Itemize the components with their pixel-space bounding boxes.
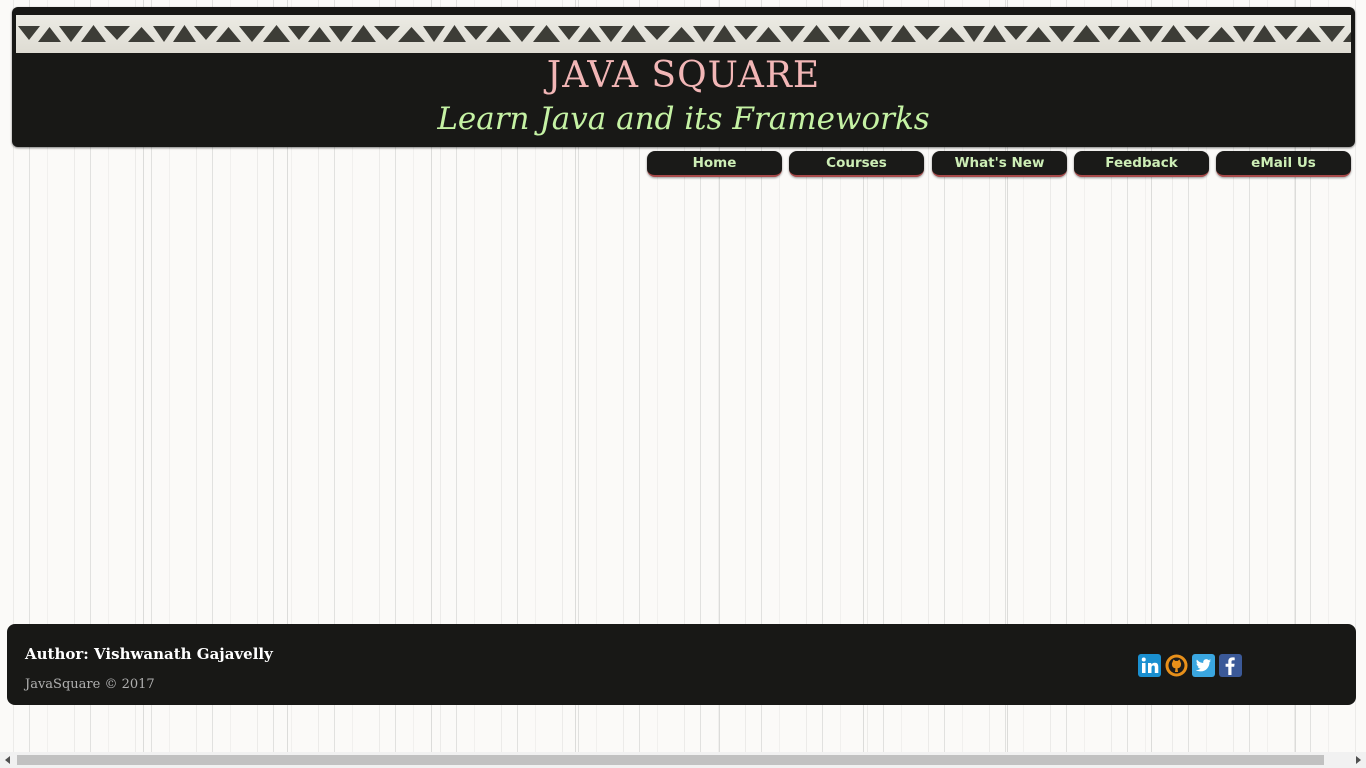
scroll-left-arrow-icon[interactable] (0, 752, 16, 768)
nav-whats-new-button[interactable]: What's New (932, 151, 1067, 177)
author-credit: Author: Vishwanath Gajavelly (25, 645, 273, 663)
site-tagline: Learn Java and its Frameworks (437, 101, 930, 137)
twitter-icon[interactable] (1192, 654, 1215, 677)
site-header: JAVA SQUARE Learn Java and its Framework… (12, 7, 1355, 147)
nav-feedback-button[interactable]: Feedback (1074, 151, 1209, 177)
scrollbar-thumb[interactable] (17, 755, 1324, 765)
horizontal-scrollbar[interactable] (0, 752, 1366, 768)
copyright-notice: JavaSquare © 2017 (25, 677, 155, 692)
scroll-right-arrow-icon[interactable] (1350, 752, 1366, 768)
decorative-triangle-band (16, 15, 1351, 53)
github-icon[interactable] (1165, 654, 1188, 677)
site-footer: Author: Vishwanath Gajavelly JavaSquare … (7, 624, 1356, 705)
site-title: JAVA SQUARE (546, 55, 821, 96)
main-navigation: Home Courses What's New Feedback eMail U… (647, 151, 1353, 177)
linkedin-icon[interactable] (1138, 654, 1161, 677)
nav-courses-button[interactable]: Courses (789, 151, 924, 177)
nav-home-button[interactable]: Home (647, 151, 782, 177)
facebook-icon[interactable] (1219, 654, 1242, 677)
nav-email-us-button[interactable]: eMail Us (1216, 151, 1351, 177)
